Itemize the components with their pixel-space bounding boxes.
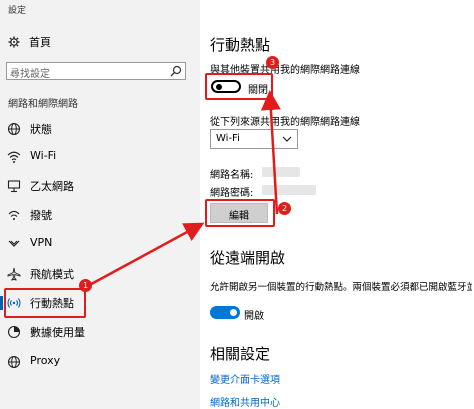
network-password-label: 網路密碼:: [210, 188, 254, 199]
source-dropdown[interactable]: Wi-Fi: [210, 129, 298, 149]
sidebar-item-label: 撥號: [30, 209, 52, 222]
network-center-link[interactable]: 網路和共用中心: [210, 394, 280, 409]
sidebar-item-data-usage[interactable]: 數據使用量: [0, 321, 200, 343]
sidebar-item-label: 數據使用量: [30, 326, 85, 339]
section-header: 網路和網際網路: [8, 99, 78, 110]
sidebar-item-label: Wi-Fi: [30, 149, 57, 162]
sidebar-item-wifi[interactable]: Wi-Fi: [0, 146, 200, 168]
annotation-box-toggle: [205, 73, 273, 100]
remote-title: 從遠端開啟: [210, 249, 286, 267]
network-name-label: 網路名稱:: [210, 170, 254, 181]
active-indicator: [0, 296, 3, 310]
sidebar: 設定 首頁 尋找設定 網路和網際網路 狀態 Wi-Fi 乙太網路 撥號 VPN …: [0, 0, 200, 409]
ethernet-icon: [7, 180, 21, 193]
annotation-badge-1: 1: [79, 279, 92, 292]
network-name-value: [262, 167, 300, 177]
sidebar-item-ethernet[interactable]: 乙太網路: [0, 175, 200, 197]
sidebar-item-dialup[interactable]: 撥號: [0, 204, 200, 226]
remote-toggle-state: 開啟: [244, 311, 264, 322]
source-label: 從下列來源共用我的網際網路連線: [210, 117, 360, 128]
globe-icon: [7, 122, 21, 136]
sidebar-item-proxy[interactable]: Proxy: [0, 351, 200, 373]
dialup-icon: [8, 210, 20, 220]
related-title: 相關設定: [210, 345, 271, 363]
sidebar-item-label: VPN: [30, 236, 53, 249]
search-icon[interactable]: [170, 65, 182, 77]
toggle-knob: [230, 309, 237, 316]
globe-icon: [7, 355, 21, 369]
sidebar-item-status[interactable]: 狀態: [0, 118, 200, 140]
wifi-icon: [7, 151, 21, 163]
home-link[interactable]: 首頁: [8, 34, 51, 50]
vpn-icon: [8, 240, 20, 247]
search-placeholder: 尋找設定: [10, 69, 50, 80]
chevron-down-icon: [282, 136, 292, 142]
home-label: 首頁: [29, 36, 51, 49]
annotation-badge-3: 3: [266, 56, 279, 69]
adapter-options-link[interactable]: 變更介面卡選項: [210, 371, 280, 386]
data-usage-icon: [7, 325, 21, 339]
page-title: 行動熱點: [210, 36, 271, 54]
sidebar-item-label: 乙太網路: [30, 180, 74, 193]
annotation-box-edit: [205, 199, 275, 227]
source-value: Wi-Fi: [216, 133, 240, 144]
sidebar-item-label: 飛航模式: [30, 268, 74, 281]
sidebar-item-label: 狀態: [30, 123, 52, 136]
remote-toggle[interactable]: [210, 306, 240, 319]
annotation-badge-2: 2: [278, 202, 291, 215]
annotation-box-hotspot: [4, 288, 86, 318]
airplane-icon: [7, 267, 21, 281]
remote-description: 允許開啟另一個裝置的行動熱點。兩個裝置必須都已開啟藍牙並配: [210, 282, 472, 293]
network-password-value: [262, 185, 316, 195]
sidebar-item-vpn[interactable]: VPN: [0, 233, 200, 255]
sidebar-item-airplane[interactable]: 飛航模式: [0, 263, 200, 285]
window-title: 設定: [8, 6, 27, 16]
search-input[interactable]: 尋找設定: [6, 62, 186, 80]
gear-icon: [8, 36, 20, 48]
sidebar-item-label: Proxy: [30, 354, 61, 367]
